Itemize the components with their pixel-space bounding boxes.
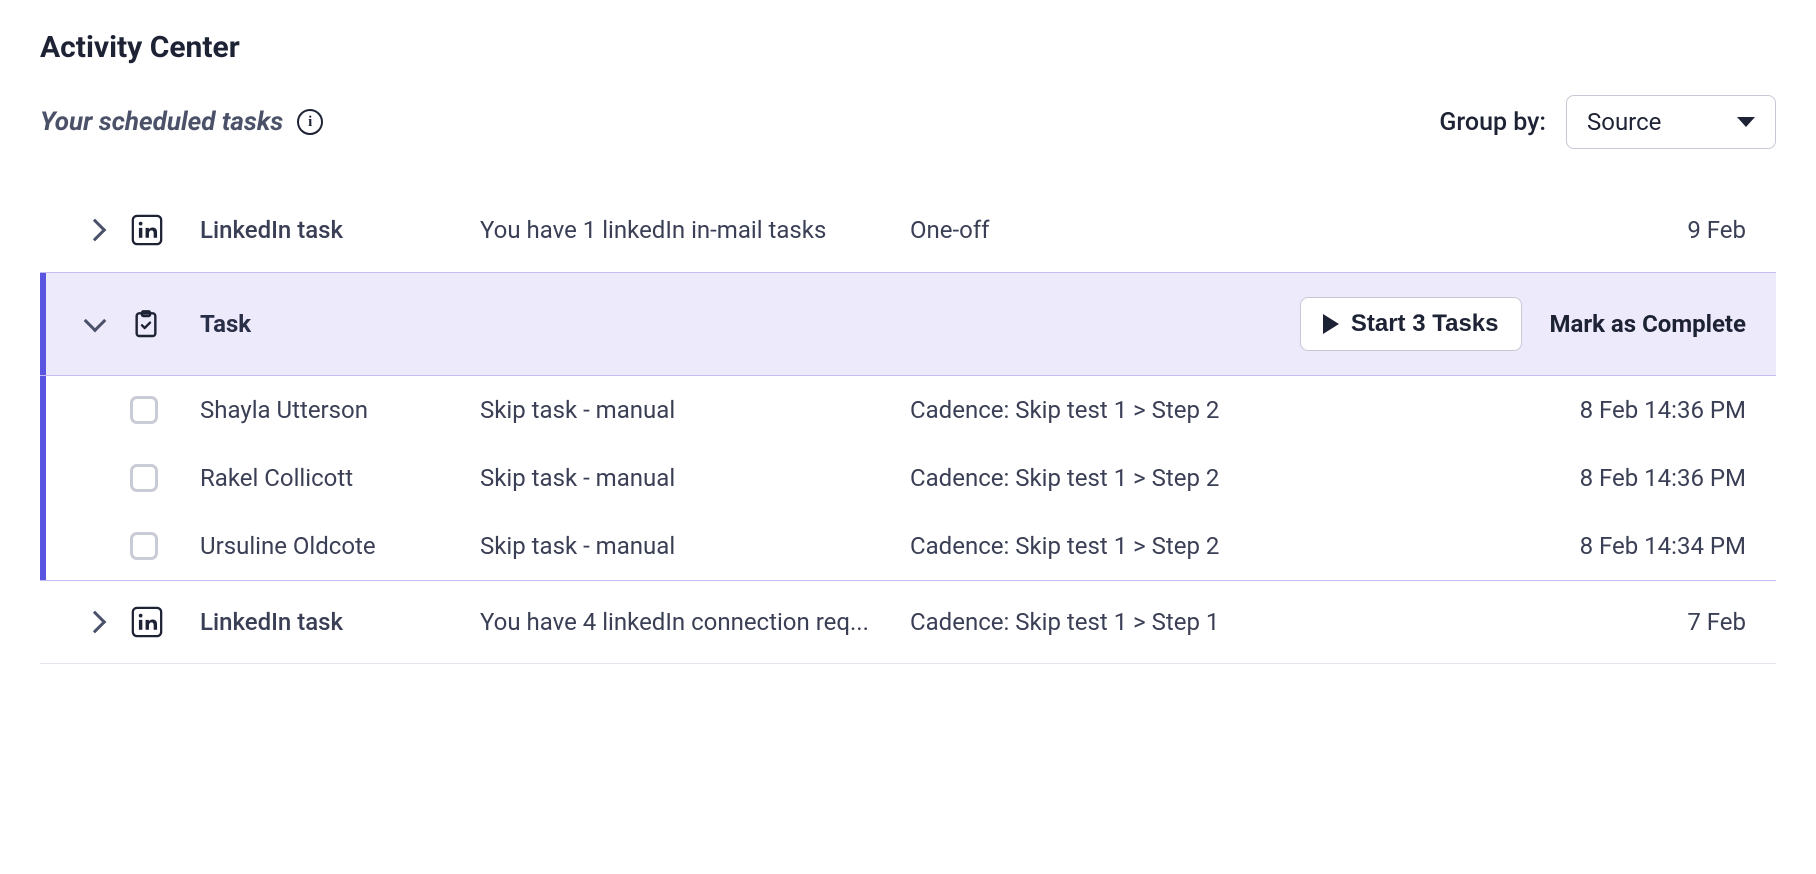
group-icon-cell — [130, 213, 200, 247]
group-cadence: One-off — [910, 216, 1546, 244]
group-row-task[interactable]: Task Start 3 Tasks Mark as Complete — [40, 272, 1776, 376]
group-by-control: Group by: Source — [1439, 95, 1776, 149]
checkbox-cell — [130, 532, 200, 560]
task-checkbox[interactable] — [130, 532, 158, 560]
group-row-linkedin-inmail[interactable]: LinkedIn task You have 1 linkedIn in-mai… — [40, 189, 1776, 272]
task-cadence: Cadence: Skip test 1 > Step 2 — [910, 396, 1546, 424]
subheader: Your scheduled tasks i Group by: Source — [40, 95, 1776, 149]
task-time: 8 Feb 14:36 PM — [1546, 464, 1746, 492]
expand-toggle[interactable] — [60, 614, 130, 630]
expand-toggle[interactable] — [60, 319, 130, 329]
task-person: Shayla Utterson — [200, 396, 480, 424]
task-cadence: Cadence: Skip test 1 > Step 2 — [910, 464, 1546, 492]
group-description: You have 1 linkedIn in-mail tasks — [480, 216, 910, 244]
group-by-label: Group by: — [1439, 108, 1546, 137]
task-action: Skip task - manual — [480, 532, 910, 560]
checkbox-cell — [130, 396, 200, 424]
task-time: 8 Feb 14:34 PM — [1546, 532, 1746, 560]
expand-toggle[interactable] — [60, 222, 130, 238]
task-checkbox[interactable] — [130, 464, 158, 492]
task-time: 8 Feb 14:36 PM — [1546, 396, 1746, 424]
task-cadence: Cadence: Skip test 1 > Step 2 — [910, 532, 1546, 560]
group-date: 9 Feb — [1546, 216, 1746, 244]
group-by-value: Source — [1587, 108, 1661, 136]
task-person: Rakel Collicott — [200, 464, 480, 492]
start-tasks-button[interactable]: Start 3 Tasks — [1300, 297, 1522, 351]
group-type: LinkedIn task — [200, 608, 480, 636]
linkedin-icon — [130, 213, 164, 247]
checkbox-cell — [130, 464, 200, 492]
group-description: You have 4 linkedIn connection req... — [480, 608, 910, 636]
group-cadence: Cadence: Skip test 1 > Step 1 — [910, 608, 1546, 636]
task-row[interactable]: Ursuline Oldcote Skip task - manual Cade… — [40, 512, 1776, 580]
linkedin-icon — [130, 605, 164, 639]
group-icon-cell — [130, 605, 200, 639]
task-action: Skip task - manual — [480, 464, 910, 492]
group-date: 7 Feb — [1546, 608, 1746, 636]
subtitle: Your scheduled tasks — [40, 107, 283, 137]
task-list: Shayla Utterson Skip task - manual Caden… — [40, 376, 1776, 581]
chevron-down-icon — [1737, 117, 1755, 127]
group-type: Task — [200, 310, 480, 338]
group-icon-cell — [130, 308, 200, 340]
chevron-right-icon — [84, 611, 107, 634]
info-icon[interactable]: i — [297, 109, 323, 135]
clipboard-check-icon — [130, 308, 162, 340]
mark-complete-button[interactable]: Mark as Complete — [1550, 310, 1747, 338]
task-row[interactable]: Shayla Utterson Skip task - manual Caden… — [40, 376, 1776, 444]
task-checkbox[interactable] — [130, 396, 158, 424]
chevron-right-icon — [84, 219, 107, 242]
page-title: Activity Center — [40, 30, 1776, 65]
group-by-select[interactable]: Source — [1566, 95, 1776, 149]
group-type: LinkedIn task — [200, 216, 480, 244]
play-icon — [1323, 314, 1339, 334]
task-row[interactable]: Rakel Collicott Skip task - manual Caden… — [40, 444, 1776, 512]
subheader-left: Your scheduled tasks i — [40, 107, 323, 137]
chevron-down-icon — [84, 310, 107, 333]
group-row-linkedin-connection[interactable]: LinkedIn task You have 4 linkedIn connec… — [40, 581, 1776, 664]
task-person: Ursuline Oldcote — [200, 532, 480, 560]
task-action: Skip task - manual — [480, 396, 910, 424]
start-tasks-label: Start 3 Tasks — [1351, 310, 1499, 338]
group-actions: Start 3 Tasks Mark as Complete — [480, 297, 1746, 351]
